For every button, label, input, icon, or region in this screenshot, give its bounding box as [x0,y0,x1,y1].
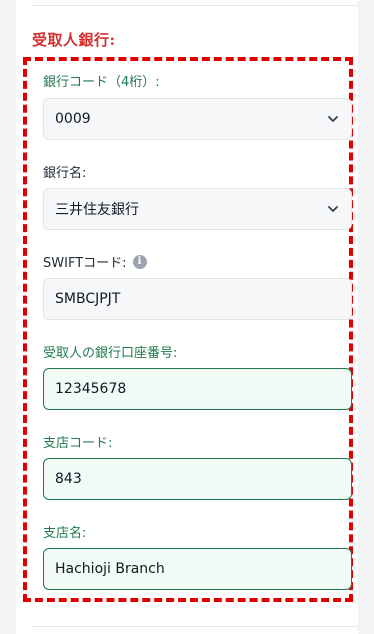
branch-code-input[interactable]: 843 [43,458,352,500]
info-icon[interactable]: i [132,254,147,269]
account-number-input[interactable]: 12345678 [43,368,352,410]
branch-code-value: 843 [55,471,82,487]
bank-name-select[interactable]: 三井住友銀行 [43,188,352,230]
bank-code-select[interactable]: 0009 [43,98,352,140]
chevron-down-icon [328,116,338,122]
account-number-label: 受取人の銀行口座番号: [43,346,178,361]
branch-name-input[interactable]: Hachioji Branch [43,548,352,590]
bank-name-label: 銀行名: [43,166,87,181]
section-title: 受取人銀行: [32,31,116,49]
account-number-value: 12345678 [55,381,127,397]
chevron-down-icon [328,206,338,212]
recipient-bank-card: 受取人銀行: 銀行コード（4桁）: 0009 銀行名: 三井住友銀行 SWIFT… [16,0,358,634]
branch-name-label: 支店名: [43,526,87,541]
swift-input[interactable]: SMBCJPJT [43,278,352,320]
bank-name-value: 三井住友銀行 [55,202,139,218]
divider-top [32,5,358,6]
divider-bottom [32,626,358,627]
swift-label: SWIFTコード: i [43,252,147,271]
highlight-dashed-box: 銀行コード（4桁）: 0009 銀行名: 三井住友銀行 SWIFTコード: i … [23,57,353,602]
bank-code-value: 0009 [55,111,91,127]
swift-value: SMBCJPJT [55,291,121,307]
branch-code-label: 支店コード: [43,436,113,451]
branch-name-value: Hachioji Branch [55,561,165,577]
bank-code-label: 銀行コード（4桁）: [43,75,160,90]
